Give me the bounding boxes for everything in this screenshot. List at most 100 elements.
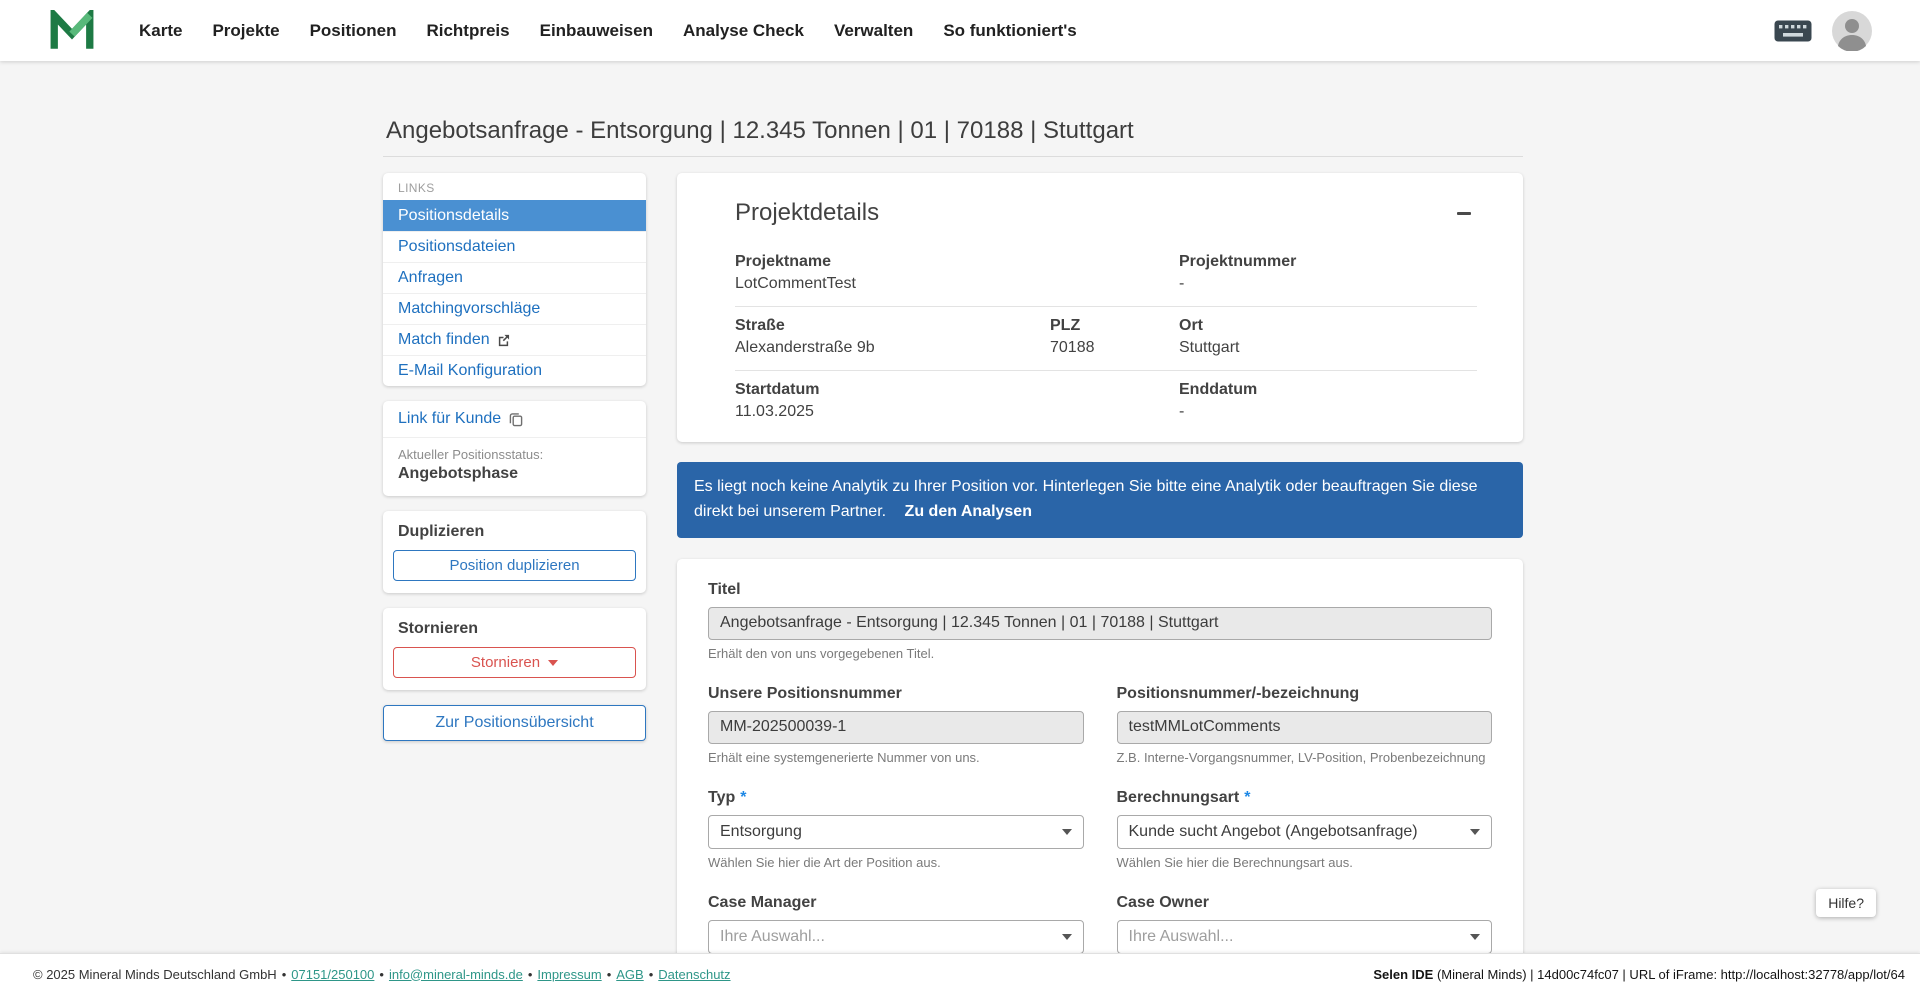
- customer-link-label: Link für Kunde: [398, 410, 501, 428]
- external-link-icon: [497, 334, 510, 347]
- separator: •: [649, 967, 654, 982]
- project-details-grid: Projektname LotCommentTest Projektnummer…: [735, 243, 1477, 434]
- duplicate-heading: Duplizieren: [393, 521, 636, 550]
- analyses-link[interactable]: Zu den Analysen: [905, 503, 1032, 520]
- user-avatar[interactable]: [1832, 11, 1872, 51]
- berechnungsart-select-value: Kunde sucht Angebot (Angebotsanfrage): [1129, 823, 1418, 841]
- sidebar-item-label: Match finden: [398, 331, 490, 349]
- project-details-card: Projektdetails Projektname LotCommentTes…: [677, 173, 1523, 442]
- status-badge: Angebotsphase: [383, 465, 646, 496]
- footer-left: © 2025 Mineral Minds Deutschland GmbH • …: [33, 967, 731, 982]
- separator: •: [282, 967, 287, 982]
- impressum-link[interactable]: Impressum: [537, 967, 601, 982]
- bezeichnung-label: Positionsnummer/-bezeichnung: [1117, 685, 1360, 703]
- case-manager-placeholder: Ihre Auswahl...: [720, 928, 825, 946]
- typ-select-value: Entsorgung: [720, 823, 802, 841]
- sidebar-item-label: Positionsdetails: [398, 207, 509, 225]
- case-manager-select[interactable]: Ihre Auswahl...: [708, 920, 1084, 954]
- selen-ide-label: Selen IDE: [1373, 967, 1433, 982]
- field-case-manager: Case Manager Ihre Auswahl...: [708, 894, 1084, 954]
- nav-item-so-funktionierts[interactable]: So funktioniert's: [943, 21, 1076, 41]
- logo-icon: [49, 10, 95, 52]
- field-typ: Typ * Entsorgung Wählen Sie hier die Art…: [708, 789, 1084, 870]
- sidebar-item-email-konfiguration[interactable]: E-Mail Konfiguration: [383, 355, 646, 386]
- nav-item-einbauweisen[interactable]: Einbauweisen: [540, 21, 653, 41]
- separator: •: [528, 967, 533, 982]
- sidebar-item-label: Anfragen: [398, 269, 463, 287]
- separator: •: [379, 967, 384, 982]
- field-berechnungsart: Berechnungsart * Kunde sucht Angebot (An…: [1117, 789, 1493, 870]
- caret-down-icon: [548, 660, 558, 666]
- berechnungsart-label: Berechnungsart: [1117, 789, 1240, 807]
- case-manager-label: Case Manager: [708, 894, 817, 912]
- typ-helper: Wählen Sie hier die Art der Position aus…: [708, 855, 1084, 870]
- minus-icon: [1457, 212, 1471, 215]
- nav-item-positionen[interactable]: Positionen: [310, 21, 397, 41]
- caret-down-icon: [1470, 934, 1480, 940]
- field-strasse: Straße Alexanderstraße 9b: [735, 317, 1050, 357]
- sidebar-item-match-finden[interactable]: Match finden: [383, 324, 646, 355]
- keyboard-icon[interactable]: [1774, 20, 1812, 42]
- status-card: Link für Kunde Aktueller Positionsstatus…: [383, 401, 646, 496]
- typ-select[interactable]: Entsorgung: [708, 815, 1084, 849]
- banner-text: Es liegt noch keine Analytik zu Ihrer Po…: [694, 478, 1478, 520]
- position-overview-button[interactable]: Zur Positionsübersicht: [383, 705, 646, 741]
- nav-item-analyse-check[interactable]: Analyse Check: [683, 21, 804, 41]
- case-owner-placeholder: Ihre Auswahl...: [1129, 928, 1234, 946]
- phone-link[interactable]: 07151/250100: [291, 967, 374, 982]
- main-column: Projektdetails Projektname LotCommentTes…: [677, 173, 1523, 994]
- field-positionsnummer: Unsere Positionsnummer Erhält eine syste…: [708, 685, 1084, 765]
- case-owner-select[interactable]: Ihre Auswahl...: [1117, 920, 1493, 954]
- sidebar: LINKS Positionsdetails Positionsdateien …: [383, 173, 646, 741]
- bezeichnung-input[interactable]: [1117, 711, 1493, 744]
- field-projektname: Projektname LotCommentTest: [735, 253, 1179, 293]
- field-bezeichnung: Positionsnummer/-bezeichnung Z.B. Intern…: [1117, 685, 1493, 765]
- nav-item-karte[interactable]: Karte: [139, 21, 182, 41]
- project-details-title: Projektdetails: [735, 199, 879, 227]
- datenschutz-link[interactable]: Datenschutz: [658, 967, 730, 982]
- field-titel: Titel Erhält den von uns vorgegebenen Ti…: [708, 581, 1492, 661]
- copyright-text: © 2025 Mineral Minds Deutschland GmbH: [33, 967, 277, 982]
- page-title: Angebotsanfrage - Entsorgung | 12.345 To…: [383, 117, 1523, 157]
- sidebar-item-label: E-Mail Konfiguration: [398, 362, 542, 380]
- field-projektnummer: Projektnummer -: [1179, 253, 1477, 293]
- caret-down-icon: [1062, 934, 1072, 940]
- help-button[interactable]: Hilfe?: [1816, 889, 1876, 917]
- sidebar-item-anfragen[interactable]: Anfragen: [383, 262, 646, 293]
- collapse-button[interactable]: [1451, 206, 1477, 221]
- analytics-info-banner: Es liegt noch keine Analytik zu Ihrer Po…: [677, 462, 1523, 538]
- customer-link[interactable]: Link für Kunde: [383, 401, 646, 438]
- sidebar-item-positionsdateien[interactable]: Positionsdateien: [383, 231, 646, 262]
- required-asterisk: *: [1244, 789, 1250, 807]
- titel-input: [708, 607, 1492, 640]
- positionsnummer-label: Unsere Positionsnummer: [708, 685, 902, 703]
- sidebar-links-card: LINKS Positionsdetails Positionsdateien …: [383, 173, 646, 386]
- caret-down-icon: [1062, 829, 1072, 835]
- titel-helper: Erhält den von uns vorgegebenen Titel.: [708, 646, 1492, 661]
- navbar: Karte Projekte Positionen Richtpreis Ein…: [0, 0, 1920, 61]
- sidebar-item-label: Positionsdateien: [398, 238, 515, 256]
- positionsnummer-helper: Erhält eine systemgenerierte Nummer von …: [708, 750, 1084, 765]
- field-plz: PLZ 70188: [1050, 317, 1179, 357]
- mineral-minds-logo[interactable]: [49, 10, 95, 52]
- page-content: Angebotsanfrage - Entsorgung | 12.345 To…: [383, 61, 1523, 994]
- sidebar-item-positionsdetails[interactable]: Positionsdetails: [383, 200, 646, 231]
- nav-item-verwalten[interactable]: Verwalten: [834, 21, 913, 41]
- berechnungsart-select[interactable]: Kunde sucht Angebot (Angebotsanfrage): [1117, 815, 1493, 849]
- typ-label: Typ: [708, 789, 735, 807]
- required-asterisk: *: [740, 789, 746, 807]
- position-form-card: Titel Erhält den von uns vorgegebenen Ti…: [677, 559, 1523, 994]
- field-startdatum: Startdatum 11.03.2025: [735, 381, 1179, 421]
- cancel-position-button[interactable]: Stornieren: [393, 647, 636, 678]
- agb-link[interactable]: AGB: [616, 967, 643, 982]
- duplicate-position-button[interactable]: Position duplizieren: [393, 550, 636, 581]
- email-link[interactable]: info@mineral-minds.de: [389, 967, 523, 982]
- cancel-button-label: Stornieren: [471, 654, 540, 671]
- nav-item-richtpreis[interactable]: Richtpreis: [426, 21, 509, 41]
- sidebar-item-matchingvorschlaege[interactable]: Matchingvorschläge: [383, 293, 646, 324]
- footer-debug-info: Selen IDE (Mineral Minds) | 14d00c74fc07…: [1373, 967, 1905, 982]
- nav-item-projekte[interactable]: Projekte: [212, 21, 279, 41]
- case-owner-label: Case Owner: [1117, 894, 1209, 912]
- status-label: Aktueller Positionsstatus:: [383, 438, 646, 465]
- navbar-right: [1774, 11, 1872, 51]
